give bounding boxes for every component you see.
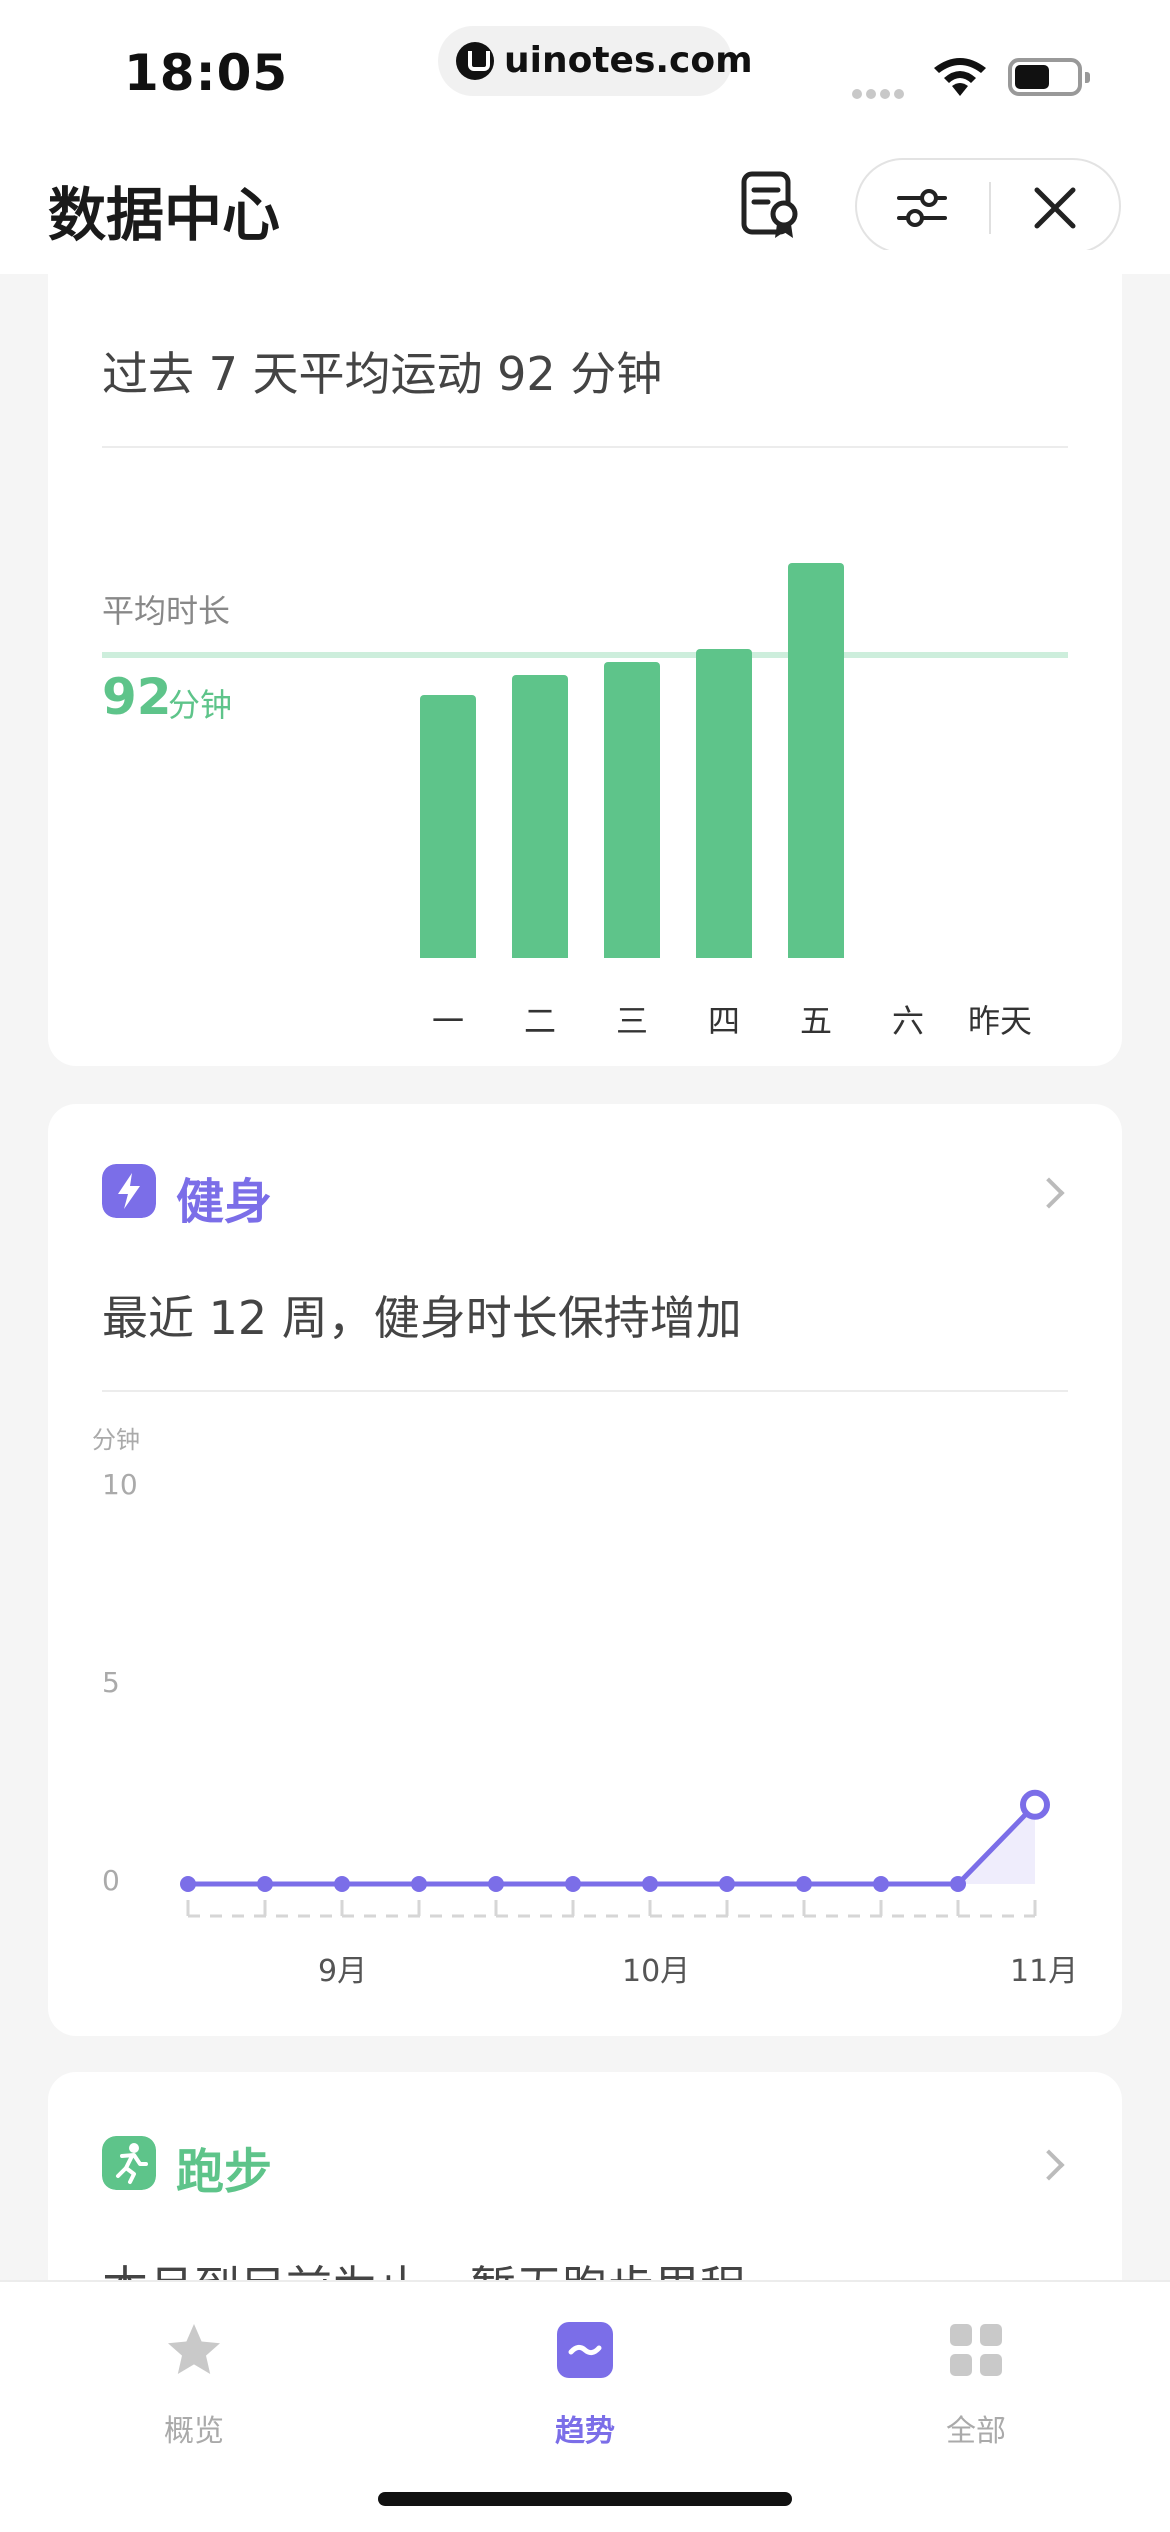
fitness-card[interactable]: 健身 最近 12 周，健身时长保持增加 分钟 10 5 0 9月 10月 11月: [48, 1104, 1122, 2036]
data-point-1[interactable]: [257, 1876, 273, 1892]
grid-icon: [950, 2324, 1002, 2376]
day-label: 五: [799, 1002, 832, 1040]
activity-summary: 过去 7 天平均运动 92 分钟: [102, 347, 663, 401]
page-title: 数据中心: [48, 181, 281, 249]
x-label: 9月: [318, 1954, 368, 1989]
site-icon: [456, 42, 494, 80]
data-point-4[interactable]: [488, 1876, 504, 1892]
status-bar: 18:05 uinotes.com: [0, 0, 1170, 140]
signal-icon: [852, 84, 908, 103]
bar-2[interactable]: [604, 661, 660, 958]
tab-all[interactable]: 全部: [876, 2312, 1076, 2452]
report-badge-icon[interactable]: [740, 170, 802, 240]
activity-card: 过去 7 天平均运动 92 分钟 平均时长 92 分钟 一 二 三 四 五 六 昨天: [48, 250, 1122, 1066]
sliders-icon[interactable]: [895, 182, 949, 234]
data-point-7[interactable]: [719, 1876, 735, 1892]
tab-label: 趋势: [555, 2414, 615, 2449]
avg-value: 92: [102, 668, 172, 726]
data-point-2[interactable]: [334, 1876, 350, 1892]
mini-program-capsule: [855, 158, 1121, 254]
data-point-9[interactable]: [873, 1876, 889, 1892]
day-label: 六: [891, 1002, 924, 1040]
avg-label: 平均时长: [102, 592, 231, 630]
data-point-6[interactable]: [642, 1876, 658, 1892]
day-label: 四: [707, 1002, 740, 1040]
day-label: 昨天: [967, 1002, 1032, 1040]
data-point-0[interactable]: [180, 1876, 196, 1892]
tab-trend[interactable]: 趋势: [485, 2312, 685, 2452]
avg-unit: 分钟: [168, 686, 233, 724]
data-point-5[interactable]: [565, 1876, 581, 1892]
bar-1[interactable]: [512, 674, 568, 958]
bar-3[interactable]: [696, 648, 752, 958]
status-time: 18:05: [124, 44, 289, 102]
data-point-8[interactable]: [796, 1876, 812, 1892]
bar-4[interactable]: [788, 562, 844, 958]
running-title: 跑步: [176, 2144, 273, 2200]
wifi-icon: [934, 58, 986, 96]
series-line: [188, 1803, 1037, 1887]
data-point-3[interactable]: [411, 1876, 427, 1892]
tab-label: 概览: [164, 2414, 224, 2449]
x-label: 11月: [1010, 1954, 1079, 1989]
close-icon[interactable]: [1031, 184, 1079, 232]
divider: [102, 446, 1068, 448]
home-indicator: [378, 2492, 792, 2506]
data-point-10[interactable]: [950, 1876, 966, 1892]
url-text: uinotes.com: [504, 40, 753, 81]
bar-0[interactable]: [420, 694, 476, 958]
star-icon: [168, 2324, 220, 2374]
running-icon: [102, 2136, 156, 2190]
url-pill[interactable]: uinotes.com: [438, 26, 753, 96]
tab-overview[interactable]: 概览: [94, 2312, 294, 2452]
chevron-right-icon: [1033, 2149, 1065, 2181]
avg-reference-line: [102, 652, 1068, 659]
day-label: 三: [615, 1002, 648, 1040]
line-chart: [180, 1789, 1050, 1918]
x-label: 10月: [622, 1954, 691, 1989]
day-label: 二: [523, 1002, 556, 1040]
tab-label: 全部: [946, 2414, 1006, 2449]
capsule-divider: [989, 182, 991, 234]
day-label: 一: [431, 1002, 464, 1040]
battery-icon: [1008, 58, 1090, 96]
trend-icon: [557, 2322, 613, 2378]
data-point-11[interactable]: [1020, 1789, 1050, 1820]
